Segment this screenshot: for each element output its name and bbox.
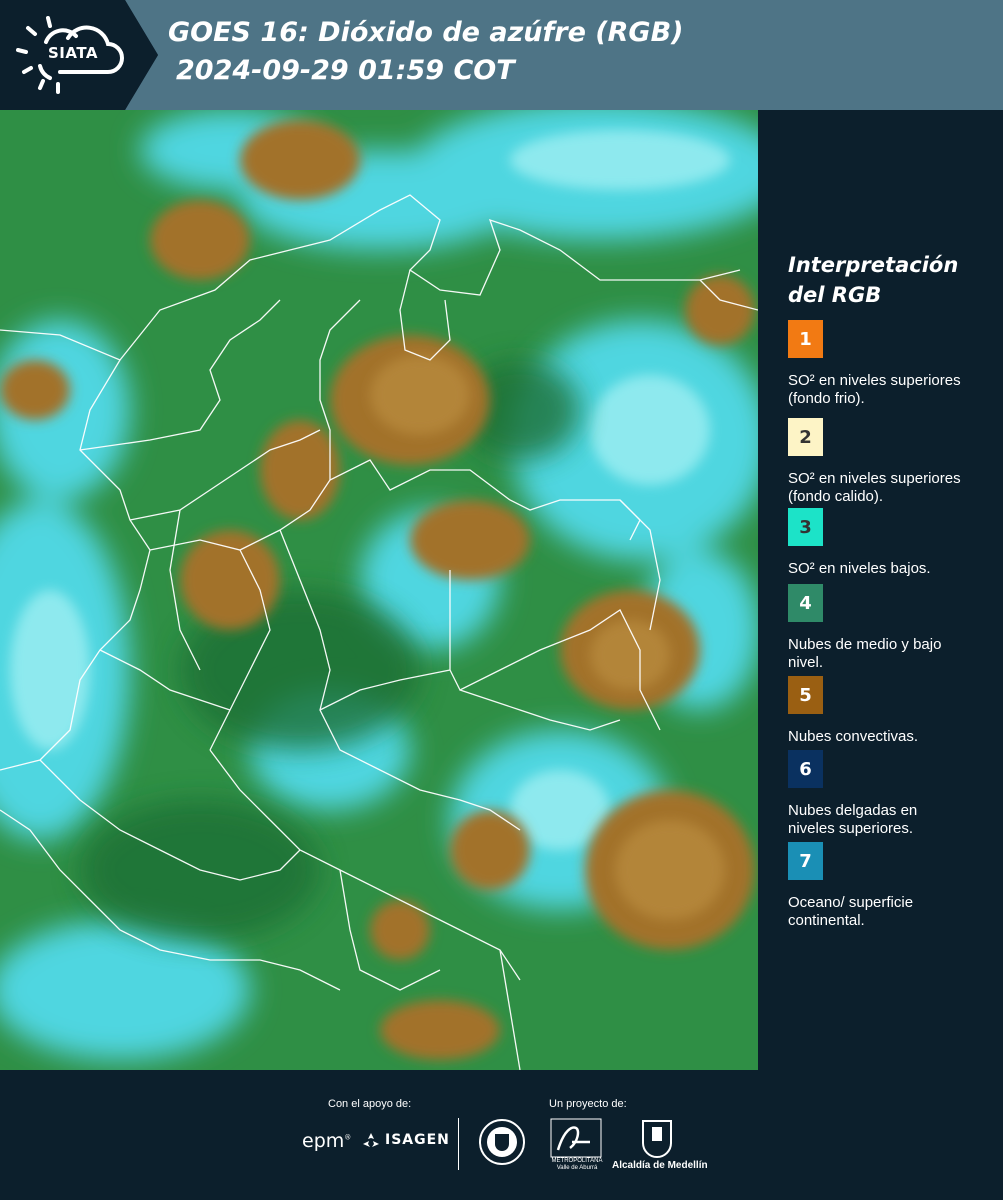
footer-divider: [458, 1118, 459, 1170]
alcaldia-text: Alcaldía de Medellín: [612, 1160, 708, 1171]
area-metropolitana-text: METROPOLITANA Valle de Aburrá: [551, 1158, 603, 1171]
legend-item-1: 1 SO² en niveles superiores (fondo frio)…: [788, 320, 998, 408]
legend-swatch-7: 7: [788, 842, 823, 880]
legend-swatch-5: 5: [788, 676, 823, 714]
support-caption: Con el apoyo de:: [328, 1098, 412, 1110]
isagen-mark-icon: [363, 1133, 379, 1147]
epm-logo: epm®: [302, 1130, 352, 1152]
legend-item-5: 5 Nubes convectivas.: [788, 676, 998, 746]
legend-swatch-1: 1: [788, 320, 823, 358]
legend-label-7: Oceano/ superficie continental.: [788, 894, 914, 929]
legend-item-4: 4 Nubes de medio y bajo nivel.: [788, 584, 998, 672]
title-line2: 2024-09-29 01:59 COT: [176, 55, 515, 86]
satellite-rgb-map-icon: [0, 110, 758, 1070]
legend-label-3: SO² en niveles bajos.: [788, 560, 931, 577]
title-line1: GOES 16: Dióxido de azúfre (RGB): [168, 17, 684, 48]
header: SIATA GOES 16: Dióxido de azúfre (RGB) 2…: [0, 0, 1003, 110]
legend-swatch-3: 3: [788, 508, 823, 546]
legend-label-2: SO² en niveles superiores (fondo calido)…: [788, 470, 961, 505]
isagen-logo: ISAGEN: [362, 1132, 450, 1148]
project-caption: Un proyecto de:: [549, 1098, 627, 1110]
legend-item-2: 2 SO² en niveles superiores (fondo calid…: [788, 418, 998, 506]
legend-label-1: SO² en niveles superiores (fondo frio).: [788, 372, 961, 407]
legend-swatch-2: 2: [788, 418, 823, 456]
satellite-map: [0, 110, 758, 1070]
legend-swatch-6: 6: [788, 750, 823, 788]
university-seal-icon: [479, 1119, 525, 1165]
page-title: GOES 16: Dióxido de azúfre (RGB) 2024-09…: [168, 14, 684, 90]
legend-item-3: 3 SO² en niveles bajos.: [788, 508, 998, 578]
legend-swatch-4: 4: [788, 584, 823, 622]
legend-label-6: Nubes delgadas en niveles superiores.: [788, 802, 918, 837]
legend-item-7: 7 Oceano/ superficie continental.: [788, 842, 998, 930]
legend-item-6: 6 Nubes delgadas en niveles superiores.: [788, 750, 998, 838]
logo-text: SIATA: [48, 44, 99, 62]
footer: Con el apoyo de: Un proyecto de: epm® IS…: [0, 1070, 1003, 1200]
alcaldia-shield-icon: [642, 1120, 672, 1158]
legend-panel: Interpretación del RGB 1 SO² en niveles …: [758, 110, 1003, 1070]
legend-label-5: Nubes convectivas.: [788, 728, 919, 745]
legend-label-4: Nubes de medio y bajo nivel.: [788, 636, 942, 671]
legend-title: Interpretación del RGB: [788, 253, 959, 307]
